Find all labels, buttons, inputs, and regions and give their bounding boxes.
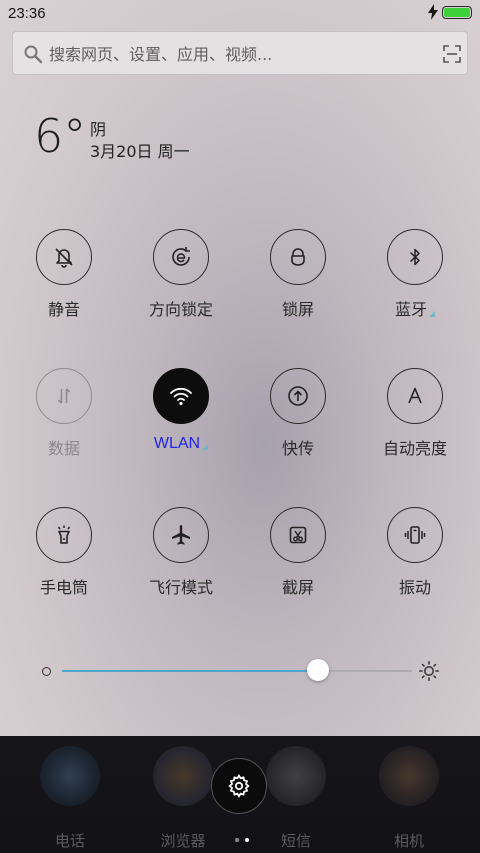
more-options-indicator (202, 444, 209, 450)
search-input[interactable] (49, 42, 429, 66)
toggle-vibrate[interactable]: 振动 (361, 507, 471, 617)
toggle-bluetooth[interactable]: 蓝牙 (361, 229, 471, 339)
brightness-slider[interactable] (0, 655, 480, 687)
app-label: 浏览器 (160, 832, 206, 850)
brightness-progress (62, 670, 318, 672)
upload-icon (270, 368, 326, 424)
settings-button[interactable] (211, 758, 267, 814)
dock-app-phone[interactable]: 电话 (25, 744, 115, 850)
toggle-rotation-lock[interactable]: 方向锁定 (127, 229, 237, 339)
weather-temperature: 6° (34, 109, 87, 163)
weather-date: 3月20日 周一 (90, 142, 190, 161)
toggle-label: 方向锁定 (148, 300, 213, 319)
toggle-mute[interactable]: 静音 (10, 229, 120, 339)
page-dot (245, 838, 249, 842)
vibrate-icon (387, 507, 443, 563)
scan-icon[interactable] (443, 45, 461, 63)
phone-app-icon (40, 746, 100, 806)
toggle-mobile-data[interactable]: 数据 (10, 368, 120, 478)
page-indicator (232, 827, 252, 846)
camera-app-icon (379, 746, 439, 806)
toggle-label: 快传 (281, 439, 314, 458)
toggle-label: 锁屏 (281, 300, 314, 319)
toggle-screenshot[interactable]: 截屏 (244, 507, 354, 617)
rotation-lock-icon (153, 229, 209, 285)
weather-widget[interactable]: 6° 阴 3月20日 周一 (34, 106, 294, 176)
app-label: 电话 (54, 832, 85, 850)
weather-condition: 阴 (90, 120, 107, 139)
toggle-label: WLAN (127, 435, 235, 453)
toggle-lock-screen[interactable]: 锁屏 (244, 229, 354, 339)
search-bar[interactable] (12, 31, 468, 75)
bell-off-icon (36, 229, 92, 285)
bluetooth-icon (387, 229, 443, 285)
toggle-airplane-mode[interactable]: 飞行模式 (127, 507, 237, 617)
browser-app-icon (153, 746, 213, 806)
toggle-label: 手电筒 (39, 578, 88, 597)
messages-app-icon (266, 746, 326, 806)
screenshot-icon (270, 507, 326, 563)
search-icon (24, 45, 43, 64)
dock: 电话 浏览器 短信 相机 (0, 736, 480, 853)
status-bar: 23:36 (0, 0, 480, 26)
flashlight-icon (36, 507, 92, 563)
toggle-label: 截屏 (281, 578, 314, 597)
toggle-label: 振动 (398, 578, 431, 597)
toggle-label: 静音 (47, 300, 80, 319)
dock-app-camera[interactable]: 相机 (364, 744, 454, 850)
gear-icon (228, 774, 250, 798)
status-time: 23:36 (8, 5, 46, 22)
wifi-icon (153, 368, 209, 424)
brightness-high-icon (419, 661, 439, 681)
toggle-quick-transfer[interactable]: 快传 (244, 368, 354, 478)
brightness-low-icon (42, 667, 51, 676)
brightness-handle[interactable] (306, 659, 329, 681)
toggle-label: 蓝牙 (361, 296, 469, 320)
more-options-indicator (429, 311, 435, 317)
toggle-flashlight[interactable]: 手电筒 (10, 507, 120, 617)
toggle-auto-brightness[interactable]: 自动亮度 (361, 368, 471, 478)
battery-icon (442, 6, 472, 19)
brightness-track[interactable] (62, 670, 412, 672)
lock-icon (270, 229, 326, 285)
airplane-icon (153, 507, 209, 563)
app-label: 相机 (393, 832, 424, 850)
letter-a-icon (387, 368, 443, 424)
toggle-label: 数据 (47, 439, 80, 458)
toggle-label: 飞行模式 (148, 578, 213, 597)
toggle-wlan[interactable]: WLAN (127, 368, 237, 478)
toggle-label: 自动亮度 (382, 439, 447, 458)
app-label: 短信 (280, 832, 311, 850)
data-arrows-icon (36, 368, 92, 424)
page-dot (235, 838, 239, 842)
charging-bolt-icon (428, 4, 438, 20)
